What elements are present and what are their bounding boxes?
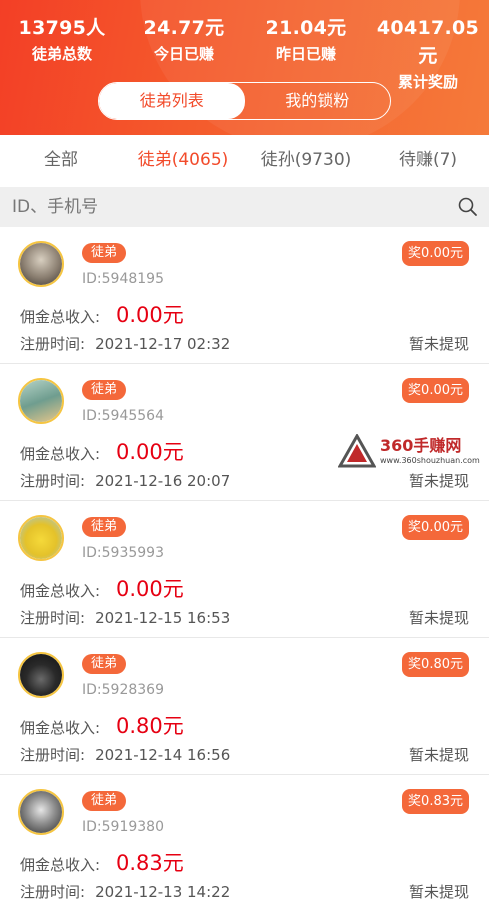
avatar [18, 515, 64, 561]
avatar [18, 652, 64, 698]
stats-row: 13795人 徒弟总数 24.77元 今日已赚 21.04元 昨日已赚 4041… [0, 14, 489, 91]
register-time: 注册时间: 2021-12-14 16:56 [20, 744, 230, 765]
role-badge: 徒弟 [82, 654, 127, 674]
register-time-label: 注册时间: [20, 883, 86, 900]
apprentice-list: 徒弟 ID:5948195 奖0.00元 佣金总收入: 0.00元 注册时间: 2… [0, 227, 489, 900]
user-id: ID:5948195 [82, 271, 164, 287]
user-id: ID:5945564 [82, 408, 164, 424]
income-value: 0.00元 [116, 577, 184, 601]
segment-locked-fans[interactable]: 我的锁粉 [245, 83, 391, 119]
role-badge: 徒弟 [82, 791, 127, 811]
list-item[interactable]: 徒弟 ID:5919380 奖0.83元 佣金总收入: 0.83元 注册时间: 2… [0, 775, 489, 900]
withdraw-status: 暂未提现 [408, 746, 469, 764]
register-time-label: 注册时间: [20, 335, 86, 353]
register-time: 注册时间: 2021-12-17 02:32 [20, 333, 230, 354]
register-time-value: 2021-12-16 20:07 [95, 472, 231, 490]
reward-badge: 奖0.80元 [402, 652, 469, 677]
register-time: 注册时间: 2021-12-15 16:53 [20, 607, 230, 628]
register-time-label: 注册时间: [20, 746, 86, 764]
stat-label: 徒弟总数 [31, 45, 92, 63]
register-time: 注册时间: 2021-12-16 20:07 [20, 470, 230, 491]
reward-badge: 奖0.00元 [402, 378, 469, 403]
user-id: ID:5935993 [82, 545, 164, 561]
list-item[interactable]: 徒弟 ID:5928369 奖0.80元 佣金总收入: 0.80元 注册时间: 2… [0, 638, 489, 775]
income-value: 0.00元 [116, 303, 184, 327]
reward-badge: 奖0.00元 [402, 241, 469, 266]
tab-grand-apprentices[interactable]: 徒孙(9730) [250, 135, 362, 187]
tab-apprentices[interactable]: 徒弟(4065) [122, 135, 244, 187]
income-value: 0.80元 [116, 714, 184, 738]
stat-label: 昨日已赚 [275, 45, 336, 63]
withdraw-status: 暂未提现 [408, 883, 469, 900]
filter-tabs: 全部 徒弟(4065) 徒孙(9730) 待赚(7) [0, 135, 489, 187]
list-item[interactable]: 徒弟 ID:5948195 奖0.00元 佣金总收入: 0.00元 注册时间: 2… [0, 227, 489, 364]
watermark-logo-icon [338, 434, 376, 468]
search-bar [0, 187, 489, 227]
stat-value: 21.04元 [265, 17, 347, 39]
stat-value: 24.77元 [143, 17, 225, 39]
stat-value: 40417.05元 [376, 17, 480, 67]
role-badge: 徒弟 [82, 243, 127, 263]
withdraw-status: 暂未提现 [408, 335, 469, 353]
tab-pending[interactable]: 待赚(7) [378, 135, 478, 187]
list-item[interactable]: 徒弟 ID:5935993 奖0.00元 佣金总收入: 0.00元 注册时间: 2… [0, 501, 489, 638]
watermark-title: 360手赚网 [380, 436, 462, 455]
register-time-value: 2021-12-14 16:56 [95, 746, 231, 764]
stat-yesterday-earned[interactable]: 21.04元 昨日已赚 [246, 14, 366, 66]
income-value: 0.83元 [116, 851, 184, 875]
register-time-label: 注册时间: [20, 609, 86, 627]
stat-total-apprentices[interactable]: 13795人 徒弟总数 [2, 14, 122, 66]
stat-total-reward[interactable]: 40417.05元 累计奖励 [368, 14, 488, 94]
register-time-label: 注册时间: [20, 472, 86, 490]
income-label: 佣金总收入: [20, 582, 101, 600]
withdraw-status: 暂未提现 [408, 472, 469, 490]
search-input[interactable] [12, 191, 442, 223]
stat-today-earned[interactable]: 24.77元 今日已赚 [124, 14, 244, 66]
register-time-value: 2021-12-17 02:32 [95, 335, 231, 353]
withdraw-status: 暂未提现 [408, 609, 469, 627]
reward-badge: 奖0.00元 [402, 515, 469, 540]
role-badge: 徒弟 [82, 517, 127, 537]
income-label: 佣金总收入: [20, 719, 101, 737]
avatar [18, 789, 64, 835]
register-time: 注册时间: 2021-12-13 14:22 [20, 881, 230, 900]
header-banner: 13795人 徒弟总数 24.77元 今日已赚 21.04元 昨日已赚 4041… [0, 0, 489, 135]
income-label: 佣金总收入: [20, 445, 101, 463]
user-id: ID:5919380 [82, 819, 164, 835]
role-badge: 徒弟 [82, 380, 127, 400]
income-label: 佣金总收入: [20, 856, 101, 874]
avatar [18, 378, 64, 424]
segment-control: 徒弟列表 我的锁粉 [98, 82, 391, 120]
avatar [18, 241, 64, 287]
register-time-value: 2021-12-15 16:53 [95, 609, 231, 627]
reward-badge: 奖0.83元 [402, 789, 469, 814]
watermark: 360手赚网 www.360shouzhuan.com [336, 432, 486, 470]
income-label: 佣金总收入: [20, 308, 101, 326]
stat-value: 13795人 [18, 17, 106, 39]
user-id: ID:5928369 [82, 682, 164, 698]
segment-apprentice-list[interactable]: 徒弟列表 [99, 83, 245, 119]
tab-all[interactable]: 全部 [20, 135, 102, 187]
stat-label: 今日已赚 [153, 45, 214, 63]
search-icon[interactable] [457, 196, 479, 218]
register-time-value: 2021-12-13 14:22 [95, 883, 231, 900]
income-value: 0.00元 [116, 440, 184, 464]
watermark-url: www.360shouzhuan.com [380, 456, 480, 465]
